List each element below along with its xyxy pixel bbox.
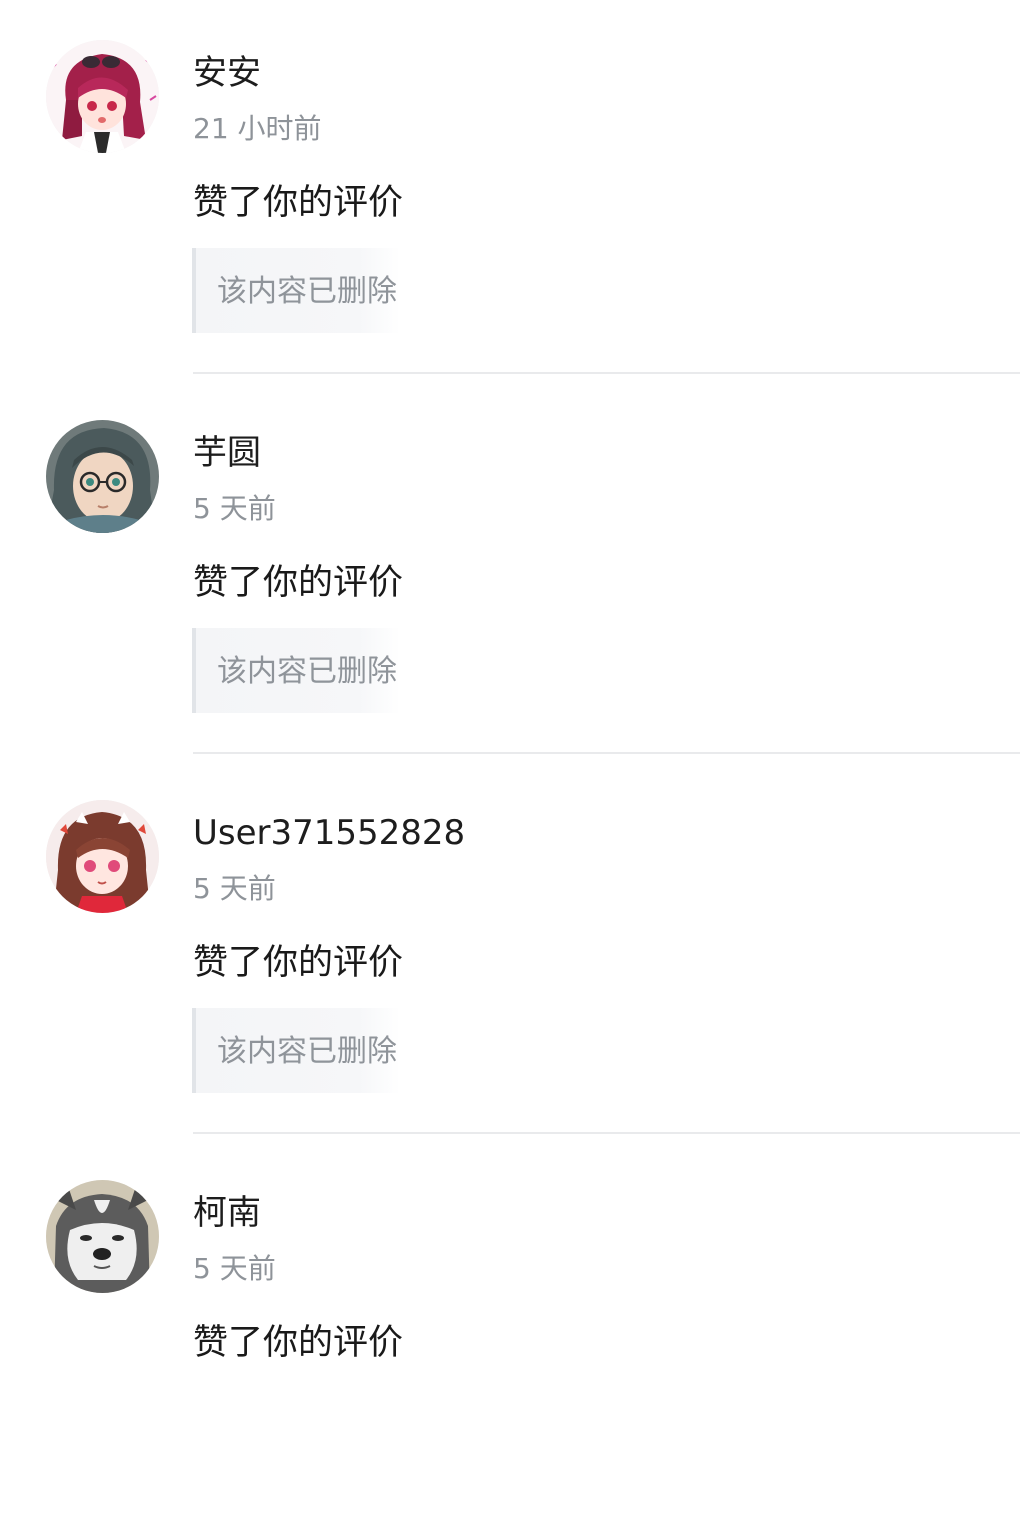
anime-girl-glasses-avatar-image [46, 420, 159, 533]
action-text: 赞了你的评价 [193, 1323, 404, 1363]
notification-item[interactable]: User371552828 5 天前 赞了你的评价 该内容已删除 [0, 760, 1020, 1140]
timestamp: 5 天前 [193, 492, 276, 525]
username[interactable]: 柯南 [193, 1191, 261, 1235]
timestamp: 5 天前 [193, 1252, 276, 1285]
action-text: 赞了你的评价 [193, 943, 404, 983]
timestamp: 21 小时前 [193, 112, 322, 145]
quoted-content[interactable]: 该内容已删除 [192, 1008, 400, 1093]
husky-dog-avatar-image [46, 1180, 159, 1293]
quoted-content[interactable]: 该内容已删除 [192, 628, 400, 713]
timestamp: 5 天前 [193, 872, 276, 905]
avatar[interactable] [46, 420, 159, 533]
notification-item[interactable]: 芋圆 5 天前 赞了你的评价 该内容已删除 [0, 380, 1020, 760]
avatar[interactable] [46, 1180, 159, 1293]
divider [193, 1132, 1020, 1134]
action-text: 赞了你的评价 [193, 563, 404, 603]
avatar[interactable] [46, 40, 159, 153]
anime-girl-red-hair-avatar-image [46, 40, 159, 153]
avatar[interactable] [46, 800, 159, 913]
notification-item[interactable]: 柯南 5 天前 赞了你的评价 [0, 1140, 1020, 1520]
anime-girl-pink-avatar-image [46, 800, 159, 913]
notification-item[interactable]: 安安 21 小时前 赞了你的评价 该内容已删除 [0, 0, 1020, 380]
quoted-content-text: 该内容已删除 [217, 654, 397, 689]
divider [193, 752, 1020, 754]
username[interactable]: 芋圆 [193, 431, 261, 475]
notification-feed: 安安 21 小时前 赞了你的评价 该内容已删除 芋圆 5 天前 赞了你的评价 该… [0, 0, 1020, 1363]
username[interactable]: 安安 [193, 51, 261, 95]
username[interactable]: User371552828 [193, 811, 465, 855]
quoted-content-text: 该内容已删除 [217, 1034, 397, 1069]
quoted-content[interactable]: 该内容已删除 [192, 248, 400, 333]
action-text: 赞了你的评价 [193, 183, 404, 223]
quoted-content-text: 该内容已删除 [217, 274, 397, 309]
divider [193, 372, 1020, 374]
